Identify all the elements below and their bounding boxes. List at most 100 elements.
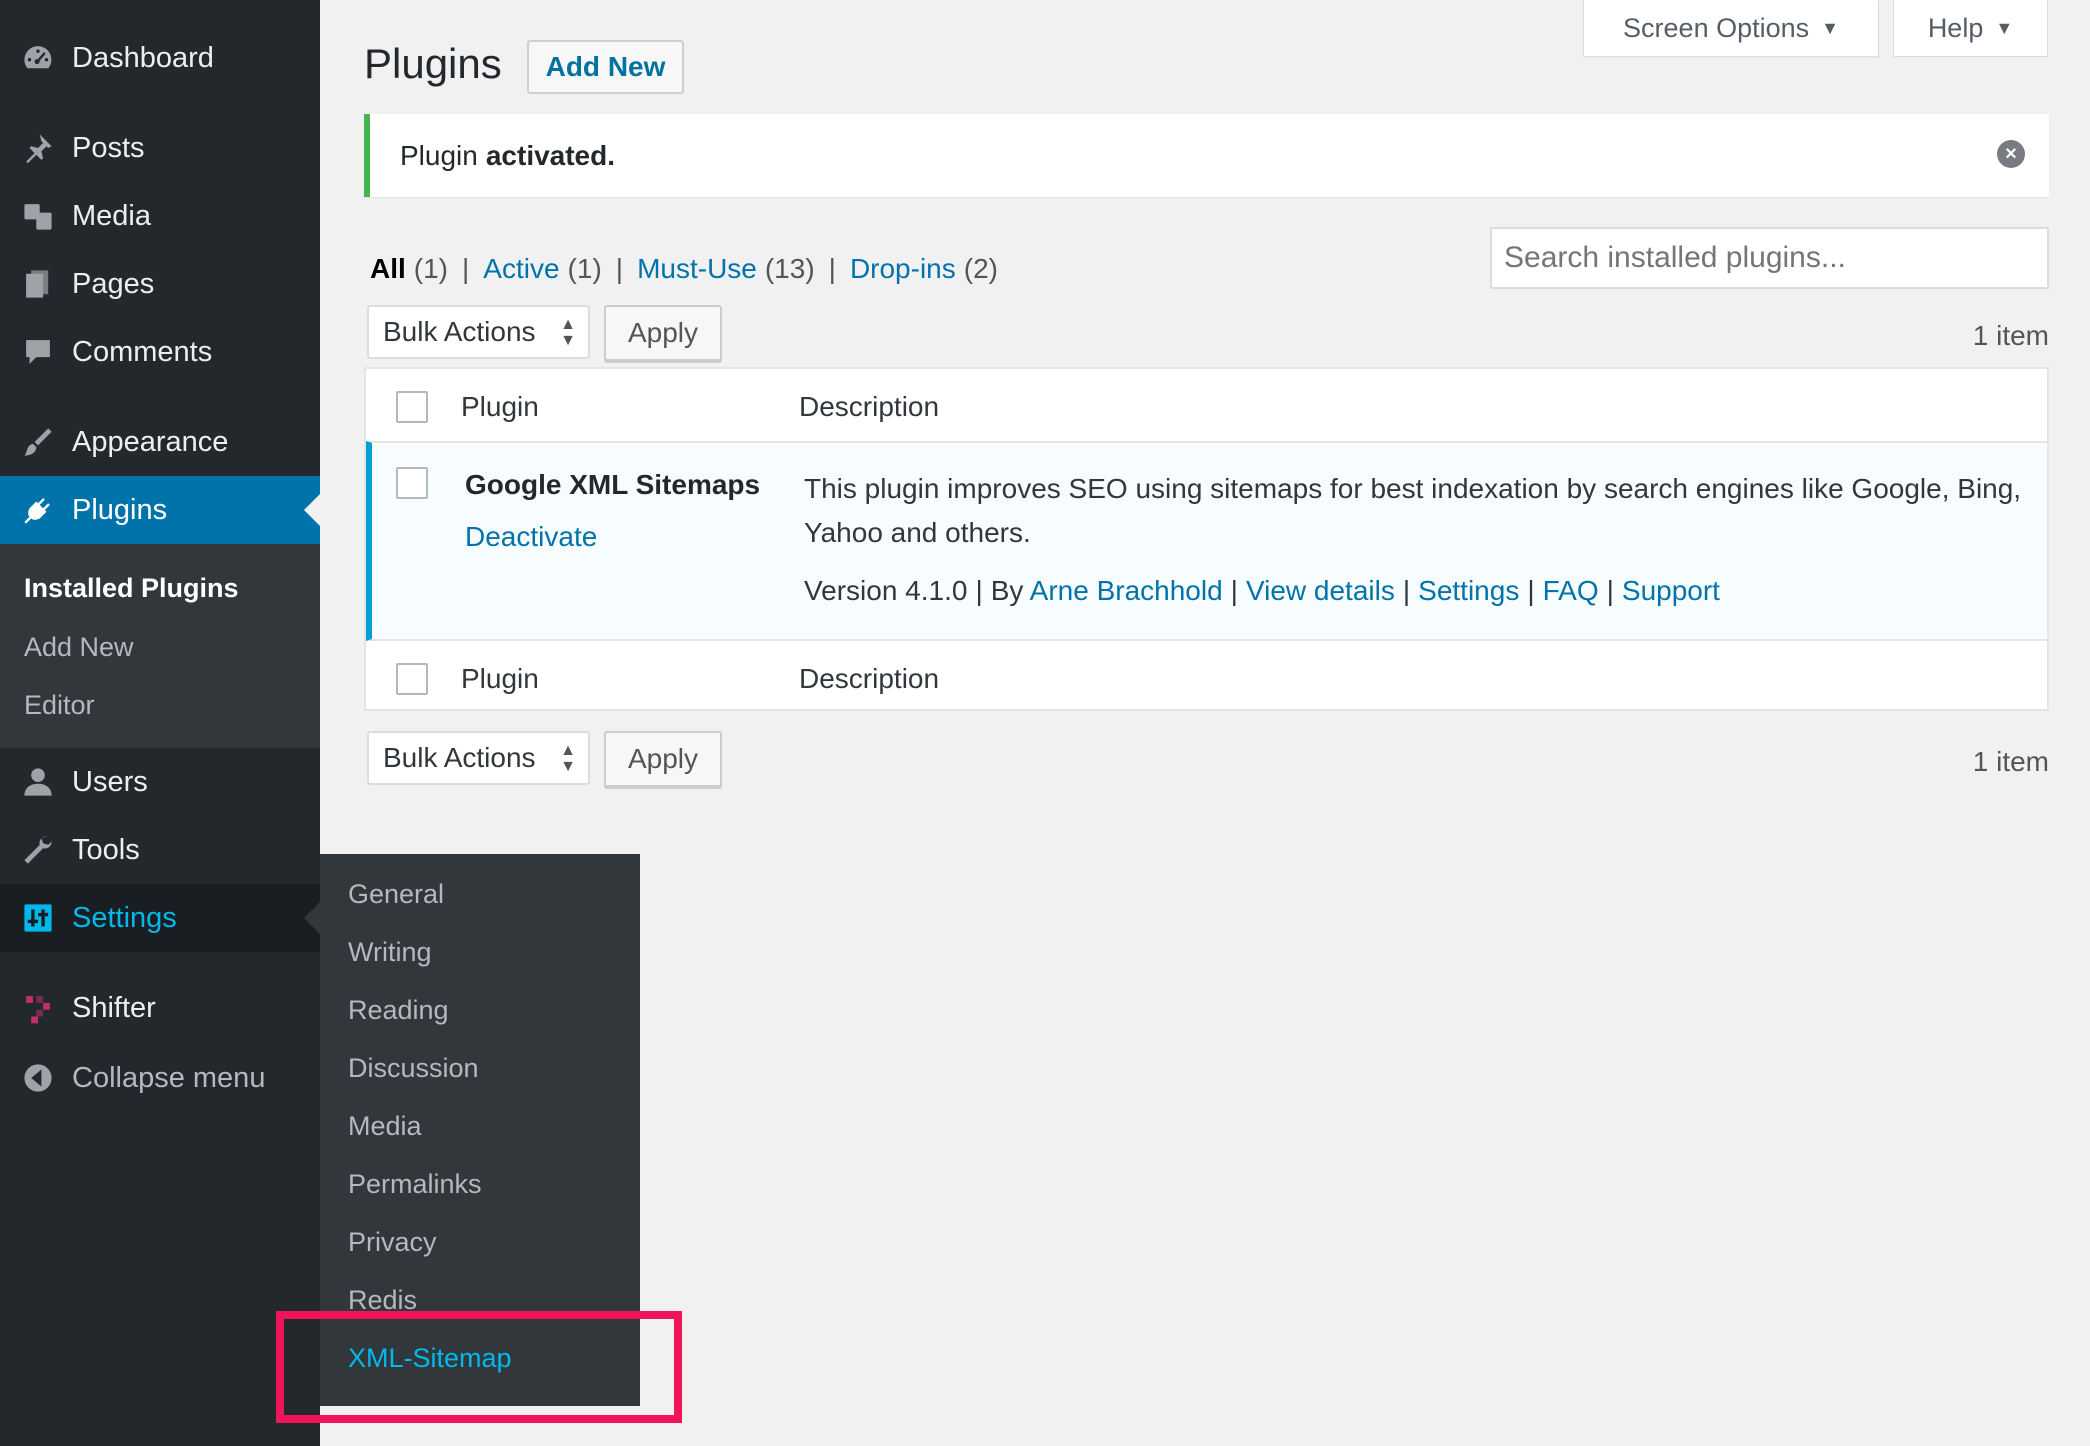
items-count-bottom: 1 item [1972, 746, 2049, 777]
flyout-discussion[interactable]: Discussion [348, 1053, 479, 1084]
flyout-writing[interactable]: Writing [348, 937, 432, 968]
menu-dashboard[interactable]: Dashboard [0, 24, 320, 92]
author-link[interactable]: Arne Brachhold [1030, 575, 1223, 606]
menu-posts[interactable]: Posts [0, 114, 320, 182]
menu-label: Appearance [72, 425, 229, 458]
menu-label: Users [72, 765, 148, 798]
plugin-version: Version 4.1.0 [804, 575, 968, 606]
caret-down-icon: ▼ [1995, 17, 2014, 38]
add-new-button[interactable]: Add New [527, 40, 684, 94]
admin-sidebar: Dashboard Posts Media Pages Comments App… [0, 0, 320, 1446]
flyout-permalinks[interactable]: Permalinks [348, 1169, 482, 1200]
menu-shifter[interactable]: Shifter [0, 974, 320, 1042]
shifter-icon [0, 991, 72, 1025]
menu-plugins[interactable]: Plugins [0, 476, 320, 544]
search-plugins-input[interactable] [1490, 227, 2049, 289]
select-arrows-icon: ▲ ▼ [560, 316, 576, 349]
bulk-actions-select-bottom[interactable]: Bulk Actions ▲ ▼ [367, 731, 590, 785]
menu-label: Settings [72, 901, 177, 934]
menu-label: Comments [72, 335, 213, 368]
pages-icon [0, 267, 72, 301]
flyout-privacy[interactable]: Privacy [348, 1227, 437, 1258]
collapse-icon [0, 1061, 72, 1095]
table-row: Google XML Sitemaps Deactivate This plug… [366, 441, 2047, 641]
plugins-submenu: Installed Plugins Add New Editor [0, 544, 320, 748]
select-arrows-icon: ▲ ▼ [560, 742, 576, 775]
view-details-link[interactable]: View details [1246, 575, 1395, 606]
dismiss-icon[interactable]: × [1997, 140, 2025, 168]
menu-collapse[interactable]: Collapse menu [0, 1044, 320, 1112]
deactivate-link[interactable]: Deactivate [465, 521, 597, 553]
filter-all[interactable]: All [370, 253, 406, 285]
support-link[interactable]: Support [1622, 575, 1720, 606]
user-icon [0, 765, 72, 799]
menu-media[interactable]: Media [0, 182, 320, 250]
menu-label: Plugins [72, 493, 168, 526]
plugin-name: Google XML Sitemaps [465, 469, 761, 500]
apply-button-top[interactable]: Apply [604, 305, 722, 361]
plugins-table: Plugin Description Google XML Sitemaps D… [364, 367, 2049, 711]
filter-count: (1) [413, 253, 449, 284]
bulk-actions-select-top[interactable]: Bulk Actions ▲ ▼ [367, 305, 590, 359]
select-all-checkbox-bottom[interactable] [396, 663, 428, 695]
separator: | [828, 253, 836, 284]
paintbrush-icon [0, 425, 72, 459]
menu-label: Tools [72, 833, 140, 866]
filter-active[interactable]: Active [483, 253, 559, 285]
menu-pages[interactable]: Pages [0, 250, 320, 318]
menu-tools[interactable]: Tools [0, 816, 320, 884]
notice-text: Plugin [400, 139, 478, 171]
plugin-activated-notice: Plugin activated. × [364, 114, 2049, 197]
menu-label: Dashboard [72, 41, 214, 74]
screen-options-label: Screen Options [1623, 12, 1810, 43]
separator: | [975, 575, 983, 606]
caret-down-icon: ▼ [1821, 17, 1839, 38]
screen-options-button[interactable]: Screen Options ▼ [1583, 0, 1879, 57]
help-button[interactable]: Help ▼ [1893, 0, 2048, 57]
column-plugin-header[interactable]: Plugin [461, 391, 539, 423]
wrench-icon [0, 833, 72, 867]
column-description-header: Description [799, 391, 940, 422]
apply-button-bottom[interactable]: Apply [604, 731, 722, 787]
filter-count: (13) [764, 253, 815, 284]
menu-appearance[interactable]: Appearance [0, 408, 320, 476]
flyout-media[interactable]: Media [348, 1111, 422, 1142]
highlight-annotation-box [276, 1311, 682, 1423]
items-count-top: 1 item [1972, 320, 2049, 351]
menu-comments[interactable]: Comments [0, 318, 320, 386]
menu-settings[interactable]: Settings [0, 884, 320, 952]
notice-strong: activated. [485, 139, 616, 171]
flyout-general[interactable]: General [348, 879, 444, 910]
help-label: Help [1927, 12, 1984, 43]
sliders-icon [0, 901, 72, 935]
settings-link[interactable]: Settings [1418, 575, 1519, 606]
filter-count: (1) [567, 253, 602, 284]
page-title: Plugins [364, 40, 502, 87]
filter-drop-ins[interactable]: Drop-ins [850, 253, 956, 285]
submenu-add-new[interactable]: Add New [24, 632, 134, 663]
submenu-editor[interactable]: Editor [24, 690, 95, 721]
separator: | [1527, 575, 1535, 606]
menu-label: Collapse menu [72, 1061, 266, 1094]
filter-must-use[interactable]: Must-Use [637, 253, 757, 285]
row-checkbox[interactable] [396, 467, 428, 499]
separator: | [1402, 575, 1411, 606]
separator: | [462, 253, 470, 284]
separator: | [615, 253, 624, 284]
dashboard-icon [0, 41, 72, 75]
plugin-icon [0, 493, 72, 527]
column-plugin-footer[interactable]: Plugin [461, 663, 539, 695]
bulk-actions-label: Bulk Actions [383, 742, 536, 773]
menu-label: Shifter [72, 991, 156, 1024]
submenu-installed-plugins[interactable]: Installed Plugins [24, 573, 239, 604]
select-all-checkbox-top[interactable] [396, 391, 428, 423]
bulk-actions-label: Bulk Actions [383, 316, 536, 347]
plugin-meta: Version 4.1.0 | By Arne Brachhold | View det… [804, 575, 1720, 607]
faq-link[interactable]: FAQ [1543, 575, 1599, 606]
menu-users[interactable]: Users [0, 748, 320, 816]
flyout-reading[interactable]: Reading [348, 995, 449, 1026]
plugin-status-filters: All (1) | Active (1) | Must-Use (13) | Drop… [370, 253, 998, 285]
separator: | [1230, 575, 1238, 606]
menu-label: Media [72, 199, 151, 232]
media-icon [0, 199, 72, 233]
